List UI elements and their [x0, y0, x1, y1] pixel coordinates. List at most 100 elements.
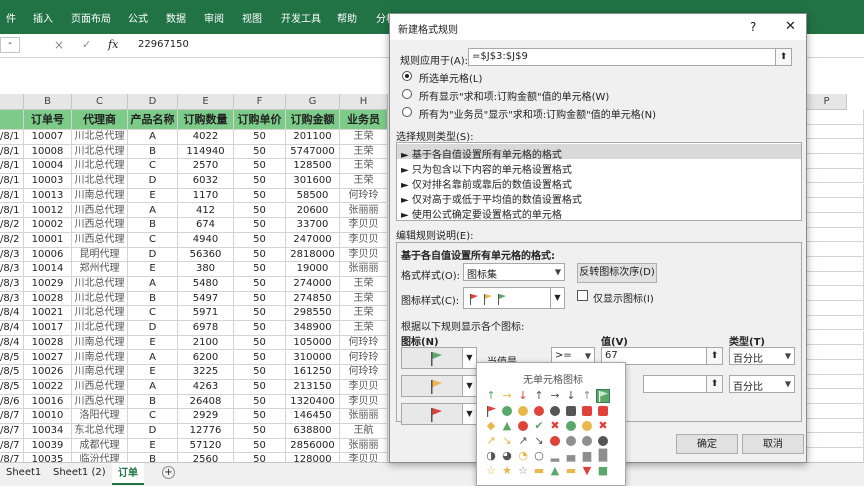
empty-cell[interactable] — [807, 389, 864, 404]
table-cell[interactable]: D — [128, 424, 178, 439]
column-header[interactable]: B — [24, 94, 72, 110]
empty-cell[interactable] — [807, 330, 864, 346]
icon-option-icon[interactable] — [517, 420, 529, 432]
empty-cell[interactable] — [807, 374, 864, 390]
column-header[interactable]: P — [807, 94, 847, 110]
table-cell[interactable]: B — [128, 394, 178, 410]
icon-option-icon[interactable] — [581, 405, 593, 417]
table-cell[interactable]: 川北总代理 — [72, 144, 128, 160]
table-header-cell[interactable]: 订购单价 — [234, 110, 286, 130]
table-cell[interactable]: B — [128, 218, 178, 233]
table-cell[interactable]: D — [128, 247, 178, 263]
column-header[interactable]: G — [286, 94, 340, 110]
tab-insert[interactable]: 插入 — [33, 10, 53, 25]
icon-option-icon[interactable]: ↗ — [517, 435, 529, 447]
table-cell[interactable]: D — [128, 174, 178, 189]
empty-cell[interactable] — [807, 315, 864, 331]
icon-option-icon[interactable]: ■ — [597, 465, 609, 477]
column-header[interactable]: D — [128, 94, 178, 110]
table-cell[interactable]: 10027 — [24, 350, 72, 366]
table-cell[interactable]: /8/4 — [0, 306, 24, 322]
table-cell[interactable]: 10029 — [24, 277, 72, 292]
icon-option-icon[interactable]: ↘ — [501, 435, 513, 447]
table-cell[interactable]: /8/5 — [0, 350, 24, 366]
table-cell[interactable]: 4022 — [178, 130, 234, 145]
table-cell[interactable]: /8/5 — [0, 365, 24, 380]
table-cell[interactable]: /8/7 — [0, 438, 24, 454]
table-header-cell[interactable] — [0, 110, 24, 130]
table-cell[interactable]: 2818000 — [286, 247, 340, 263]
icon-option-icon[interactable]: ↓ — [565, 390, 577, 402]
column-header[interactable]: H — [340, 94, 388, 110]
table-cell[interactable]: 李贝贝 — [340, 232, 388, 248]
empty-cell[interactable] — [807, 124, 864, 140]
table-cell[interactable]: 昆明代理 — [72, 247, 128, 263]
table-cell[interactable]: 川北总代理 — [72, 291, 128, 307]
table-cell[interactable]: 川南总代理 — [72, 365, 128, 380]
table-cell[interactable]: 114940 — [178, 144, 234, 160]
table-header-cell[interactable]: 订购数量 — [178, 110, 234, 130]
icon-option-icon[interactable]: ▼ — [581, 465, 593, 477]
table-cell[interactable]: 50 — [234, 130, 286, 145]
table-cell[interactable]: 川西总代理 — [72, 379, 128, 395]
radio-all-sum-cells[interactable] — [402, 89, 412, 99]
table-cell[interactable]: 274850 — [286, 291, 340, 307]
table-cell[interactable]: D — [128, 321, 178, 336]
table-cell[interactable]: 50 — [234, 394, 286, 410]
column-header[interactable] — [0, 94, 24, 110]
table-cell[interactable]: 50 — [234, 203, 286, 219]
table-cell[interactable]: 105000 — [286, 335, 340, 351]
table-cell[interactable]: 50 — [234, 438, 286, 454]
chevron-down-icon[interactable]: ▼ — [462, 404, 476, 424]
table-cell[interactable]: 成都代理 — [72, 438, 128, 454]
table-cell[interactable]: 张丽丽 — [340, 409, 388, 424]
table-cell[interactable]: 161250 — [286, 365, 340, 380]
table-cell[interactable]: C — [128, 306, 178, 322]
table-cell[interactable]: 10028 — [24, 291, 72, 307]
table-cell[interactable]: 12776 — [178, 424, 234, 439]
tab-file[interactable]: 件 — [6, 10, 16, 25]
icon-option-icon[interactable] — [565, 435, 577, 447]
table-cell[interactable]: 10017 — [24, 321, 72, 336]
table-cell[interactable]: C — [128, 159, 178, 175]
rule-type-item[interactable]: ► 只为包含以下内容的单元格设置格式 — [401, 161, 572, 176]
tab-help[interactable]: 帮助 — [337, 10, 357, 25]
table-cell[interactable]: 李贝贝 — [340, 247, 388, 263]
table-cell[interactable]: 50 — [234, 159, 286, 175]
table-cell[interactable]: 何玲玲 — [340, 350, 388, 366]
table-cell[interactable]: 川北总代理 — [72, 174, 128, 189]
table-cell[interactable]: 李贝贝 — [340, 379, 388, 395]
table-cell[interactable]: 50 — [234, 350, 286, 366]
icon-option-icon[interactable] — [549, 435, 561, 447]
empty-cell[interactable] — [807, 404, 864, 419]
cancel-icon[interactable]: × — [54, 38, 64, 52]
type-select-1[interactable]: 百分比 ▼ — [729, 347, 795, 365]
table-header-cell[interactable]: 代理商 — [72, 110, 128, 130]
icon-option-icon[interactable]: ▲ — [549, 465, 561, 477]
icon-option-icon[interactable]: ↓ — [517, 390, 529, 402]
icon-option-icon[interactable] — [565, 405, 577, 417]
table-cell[interactable]: 50 — [234, 291, 286, 307]
table-cell[interactable]: 张丽丽 — [340, 438, 388, 454]
table-cell[interactable]: 东北总代理 — [72, 424, 128, 439]
format-style-select[interactable]: 图标集 ▼ — [463, 263, 565, 281]
icon-option-icon[interactable] — [533, 405, 545, 417]
table-cell[interactable]: 10004 — [24, 159, 72, 175]
chevron-down-icon[interactable]: ▼ — [462, 376, 476, 396]
show-icon-only-checkbox[interactable] — [577, 290, 588, 301]
table-cell[interactable]: /8/1 — [0, 144, 24, 160]
icon-option-icon[interactable]: ▲ — [501, 420, 513, 432]
table-cell[interactable]: 50 — [234, 306, 286, 322]
icon-option-icon[interactable]: ★ — [501, 465, 513, 477]
table-cell[interactable]: /8/7 — [0, 409, 24, 424]
table-cell[interactable]: /8/4 — [0, 335, 24, 351]
table-cell[interactable]: /8/1 — [0, 159, 24, 175]
collapse-dialog-icon[interactable]: ⬆ — [706, 376, 722, 392]
icon-option-icon[interactable]: ◔ — [517, 450, 529, 462]
sheet-tab-sheet1[interactable]: Sheet1 — [6, 467, 41, 478]
table-cell[interactable]: 川北总代理 — [72, 321, 128, 336]
table-cell[interactable]: 王荣 — [340, 174, 388, 189]
table-cell[interactable]: 50 — [234, 379, 286, 395]
table-cell[interactable]: 2570 — [178, 159, 234, 175]
radio-salesperson-cells[interactable] — [402, 107, 412, 117]
